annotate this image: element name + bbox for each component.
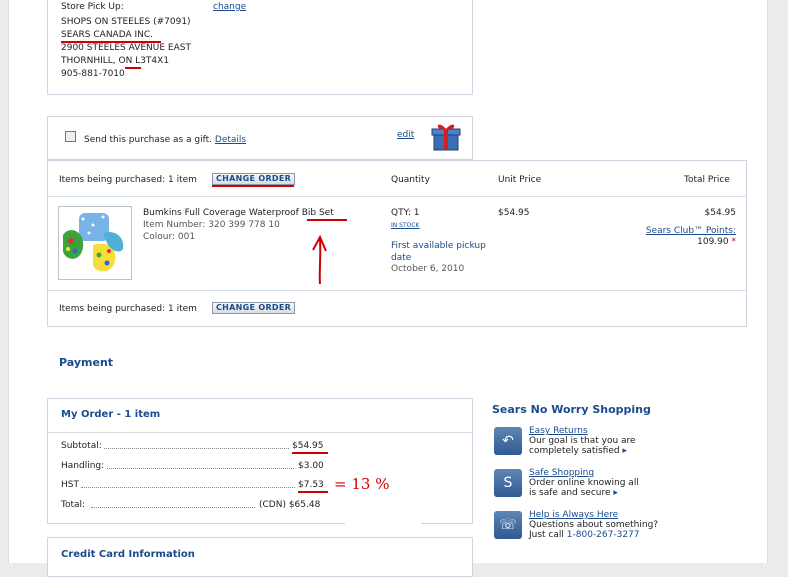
sears-club-points-link[interactable]: Sears Club™ Points: — [639, 226, 736, 236]
col-unit-price: Unit Price — [498, 175, 542, 185]
hst-label: HST — [61, 480, 79, 490]
gift-edit-link[interactable]: edit — [397, 130, 414, 140]
help-phone-link[interactable]: 1-800-267-3277 — [567, 530, 640, 540]
checkout-page: Store Pick Up: change SHOPS ON STEELES (… — [8, 0, 768, 577]
hst-annotation: = 13 % — [334, 475, 390, 493]
product-colour: Colour: 001 — [143, 232, 196, 242]
change-order-button[interactable]: CHANGE ORDER — [212, 173, 296, 185]
return-arrow-icon: ↶ — [494, 427, 522, 455]
change-store-link[interactable]: change — [213, 2, 246, 12]
product-qty: QTY: 1 — [391, 208, 420, 218]
no-worry-title: Sears No Worry Shopping — [492, 403, 651, 416]
annotation-underline-province — [125, 67, 141, 69]
gift-details-link[interactable]: Details — [215, 135, 246, 145]
safe-shopping-link[interactable]: Safe Shopping — [529, 468, 594, 478]
my-order-divider — [48, 432, 472, 433]
help-desc2: Just call 1-800-267-3277 — [529, 530, 640, 540]
shield-s-icon: S — [494, 469, 522, 497]
total-value: (CDN) $65.48 — [259, 500, 321, 510]
product-name[interactable]: Bumkins Full Coverage Waterproof Bib Set — [143, 208, 334, 218]
store-phone: 905-881-7010 — [61, 69, 125, 79]
easy-returns-desc1: Our goal is that you are — [529, 436, 636, 446]
col-total-price: Total Price — [684, 175, 730, 185]
help-link[interactable]: Help is Always Here — [529, 510, 618, 520]
handling-leader — [107, 468, 294, 469]
hst-leader — [81, 487, 295, 488]
annotation-arrow — [307, 234, 331, 286]
gift-checkbox[interactable] — [65, 131, 76, 142]
annotation-underline-product — [307, 219, 347, 221]
stock-badge: IN STOCK — [391, 222, 420, 229]
total-leader — [91, 507, 255, 508]
gift-label: Send this purchase as a gift. Details — [84, 135, 247, 145]
subtotal-label: Subtotal: — [61, 441, 102, 451]
items-purchased-label-bottom: Items being purchased: 1 item — [59, 304, 197, 314]
store-pickup-heading: Store Pick Up: — [61, 2, 124, 12]
items-divider-top — [48, 196, 746, 197]
safe-shopping-desc2: is safe and secure ▸ — [529, 488, 618, 498]
my-order-title: My Order - 1 item — [61, 409, 161, 420]
unit-price: $54.95 — [498, 208, 530, 218]
annotation-underline-subtotal — [292, 452, 328, 454]
store-city: THORNHILL, ON L3T4X1 — [61, 56, 170, 66]
annotation-underline-change-order — [212, 185, 294, 187]
items-divider-bottom — [48, 290, 746, 291]
chevron-right-icon: ▸ — [613, 488, 618, 498]
easy-returns-desc2: completely satisfied ▸ — [529, 446, 627, 456]
annotation-underline-hst — [298, 491, 328, 493]
handling-value: $3.00 — [298, 461, 324, 471]
pickup-date: October 6, 2010 — [391, 264, 465, 274]
gift-box-icon — [431, 120, 461, 152]
credit-card-title: Credit Card Information — [61, 549, 195, 560]
pickup-label: First available pickup date — [391, 241, 486, 263]
safe-shopping-desc1: Order online knowing all — [529, 478, 639, 488]
phone-icon: ☏ — [494, 511, 522, 539]
subtotal-value: $54.95 — [292, 441, 324, 451]
handling-label: Handling: — [61, 461, 105, 471]
payment-heading: Payment — [59, 356, 114, 369]
store-street: 2900 STEELES AVENUE EAST — [61, 43, 191, 53]
total-label: Total: — [61, 500, 86, 510]
help-desc1: Questions about something? — [529, 520, 659, 530]
store-company: SEARS CANADA INC. — [61, 30, 154, 40]
total-price: $54.95 — [704, 208, 737, 218]
product-item-number: Item Number: 320 399 778 10 — [143, 220, 280, 230]
chevron-right-icon: ▸ — [622, 446, 627, 456]
product-image[interactable] — [58, 206, 132, 280]
store-name: SHOPS ON STEELES (#7091) — [61, 17, 191, 27]
easy-returns-link[interactable]: Easy Returns — [529, 426, 588, 436]
subtotal-leader — [104, 448, 289, 449]
change-order-button-bottom[interactable]: CHANGE ORDER — [212, 302, 296, 314]
items-purchased-label: Items being purchased: 1 item — [59, 175, 197, 185]
hst-value: $7.53 — [298, 480, 324, 490]
points-value: 109.90 * — [697, 237, 736, 247]
col-quantity: Quantity — [391, 175, 430, 185]
